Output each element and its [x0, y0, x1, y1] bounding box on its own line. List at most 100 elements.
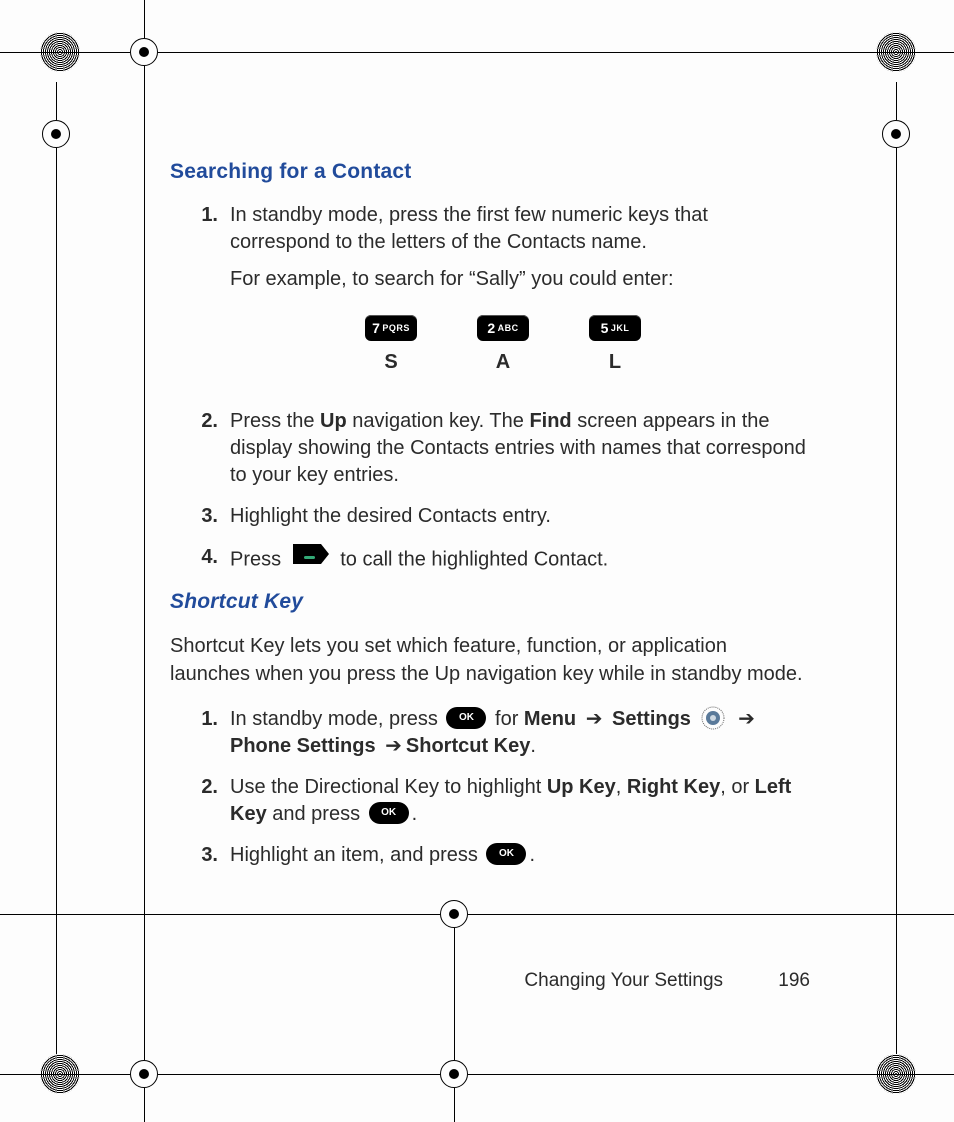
step-item: 2. Press the Up navigation key. The Find… — [170, 408, 810, 489]
phone-key-digit: 5 — [601, 319, 609, 338]
crop-line — [454, 1088, 455, 1122]
step-body: In standby mode, press OK for Menu ➔ Set… — [230, 706, 810, 760]
step-text: For example, to search for “Sally” you c… — [230, 266, 810, 293]
step-text-bold: Up Key — [547, 776, 616, 798]
step-text: Press — [230, 548, 287, 570]
crop-line — [468, 1074, 954, 1075]
step-text: . — [412, 803, 418, 825]
step-body: Press the Up navigation key. The Find sc… — [230, 408, 810, 489]
step-text: and press — [267, 803, 366, 825]
footer-section-name: Changing Your Settings — [524, 970, 723, 991]
phone-key-icon: 5 JKL — [589, 315, 641, 341]
phone-key-col: 2 ABC A — [477, 315, 529, 376]
crop-line — [158, 52, 954, 53]
section-heading: Shortcut Key — [170, 590, 810, 614]
step-body: Highlight the desired Contacts entry. — [230, 503, 810, 530]
step-text-bold: Settings — [612, 708, 691, 730]
crop-line — [144, 1088, 145, 1122]
step-text: Use the Directional Key to highlight — [230, 776, 547, 798]
phone-key-icon: 2 ABC — [477, 315, 529, 341]
registration-mark — [130, 1060, 158, 1088]
call-key-icon — [291, 542, 331, 574]
step-body: Highlight an item, and press OK. — [230, 842, 810, 869]
footer-page-number: 196 — [778, 970, 810, 991]
step-item: 2. Use the Directional Key to highlight … — [170, 774, 810, 828]
step-text: , — [616, 776, 627, 798]
phone-key-row: 7 PQRS S 2 ABC A 5 — [365, 315, 810, 376]
step-item: 3. Highlight an item, and press OK. — [170, 842, 810, 869]
step-text-bold: Phone Settings — [230, 735, 376, 757]
step-number: 1. — [170, 202, 230, 394]
steps-list: 1. In standby mode, press OK for Menu ➔ … — [170, 706, 810, 869]
registration-mark — [440, 1060, 468, 1088]
ok-key-icon: OK — [446, 707, 486, 729]
ok-key-icon: OK — [486, 843, 526, 865]
step-text: Highlight an item, and press — [230, 844, 483, 866]
phone-key-digit: 2 — [487, 319, 495, 338]
step-body: Press to call the highlighted Contact. — [230, 544, 810, 576]
phone-key-icon: 7 PQRS — [365, 315, 417, 341]
crop-line — [144, 66, 145, 1060]
step-number: 1. — [170, 706, 230, 760]
registration-mark — [882, 120, 910, 148]
crop-line — [0, 1074, 130, 1075]
step-text: In standby mode, press — [230, 708, 443, 730]
crop-line — [468, 914, 954, 915]
ok-key-icon: OK — [369, 802, 409, 824]
step-body: Use the Directional Key to highlight Up … — [230, 774, 810, 828]
step-item: 1. In standby mode, press the first few … — [170, 202, 810, 394]
step-text: , or — [720, 776, 754, 798]
step-text: In standby mode, press the first few num… — [230, 204, 708, 253]
arrow-icon: ➔ — [586, 708, 603, 730]
crop-line — [896, 82, 897, 120]
arrow-icon: ➔ — [738, 708, 755, 730]
step-item: 4. Press to call the highlighted Contact… — [170, 544, 810, 576]
crop-line — [896, 148, 897, 1054]
step-text: to call the highlighted Contact. — [340, 548, 608, 570]
step-text: navigation key. The — [347, 410, 530, 432]
page-content: Searching for a Contact 1. In standby mo… — [170, 160, 810, 883]
phone-key-col: 5 JKL L — [589, 315, 641, 376]
step-text: Press the — [230, 410, 320, 432]
settings-gear-icon — [700, 705, 726, 731]
registration-mark — [42, 120, 70, 148]
crop-line — [158, 1074, 440, 1075]
step-number: 3. — [170, 503, 230, 530]
key-result-letter: A — [496, 349, 510, 376]
step-number: 2. — [170, 774, 230, 828]
crop-line — [454, 928, 455, 1060]
step-body: In standby mode, press the first few num… — [230, 202, 810, 394]
crop-line — [0, 52, 130, 53]
steps-list: 1. In standby mode, press the first few … — [170, 202, 810, 576]
step-number: 4. — [170, 544, 230, 576]
key-result-letter: S — [384, 349, 397, 376]
step-text-bold: Shortcut Key — [406, 735, 530, 757]
phone-key-col: 7 PQRS S — [365, 315, 417, 376]
step-text: . — [529, 844, 535, 866]
step-text-bold: Menu — [524, 708, 576, 730]
section-heading: Searching for a Contact — [170, 160, 810, 184]
step-text: for — [495, 708, 524, 730]
step-text: . — [530, 735, 536, 757]
phone-key-letters: PQRS — [382, 322, 410, 334]
crop-line — [56, 148, 57, 1054]
registration-mark — [440, 900, 468, 928]
crop-line — [56, 82, 57, 120]
step-text-bold: Up — [320, 410, 347, 432]
page-footer: Changing Your Settings 196 — [170, 970, 810, 992]
step-text-bold: Right Key — [627, 776, 720, 798]
arrow-icon: ➔ — [385, 735, 402, 757]
phone-key-letters: JKL — [611, 322, 630, 334]
step-text-bold: Find — [529, 410, 571, 432]
step-number: 3. — [170, 842, 230, 869]
step-item: 1. In standby mode, press OK for Menu ➔ … — [170, 706, 810, 760]
section-intro: Shortcut Key lets you set which feature,… — [170, 632, 810, 688]
registration-mark — [130, 38, 158, 66]
phone-key-digit: 7 — [372, 319, 380, 338]
key-result-letter: L — [609, 349, 621, 376]
phone-key-letters: ABC — [498, 322, 519, 334]
crop-line — [0, 914, 440, 915]
step-number: 2. — [170, 408, 230, 489]
step-item: 3. Highlight the desired Contacts entry. — [170, 503, 810, 530]
crop-line — [144, 0, 145, 38]
